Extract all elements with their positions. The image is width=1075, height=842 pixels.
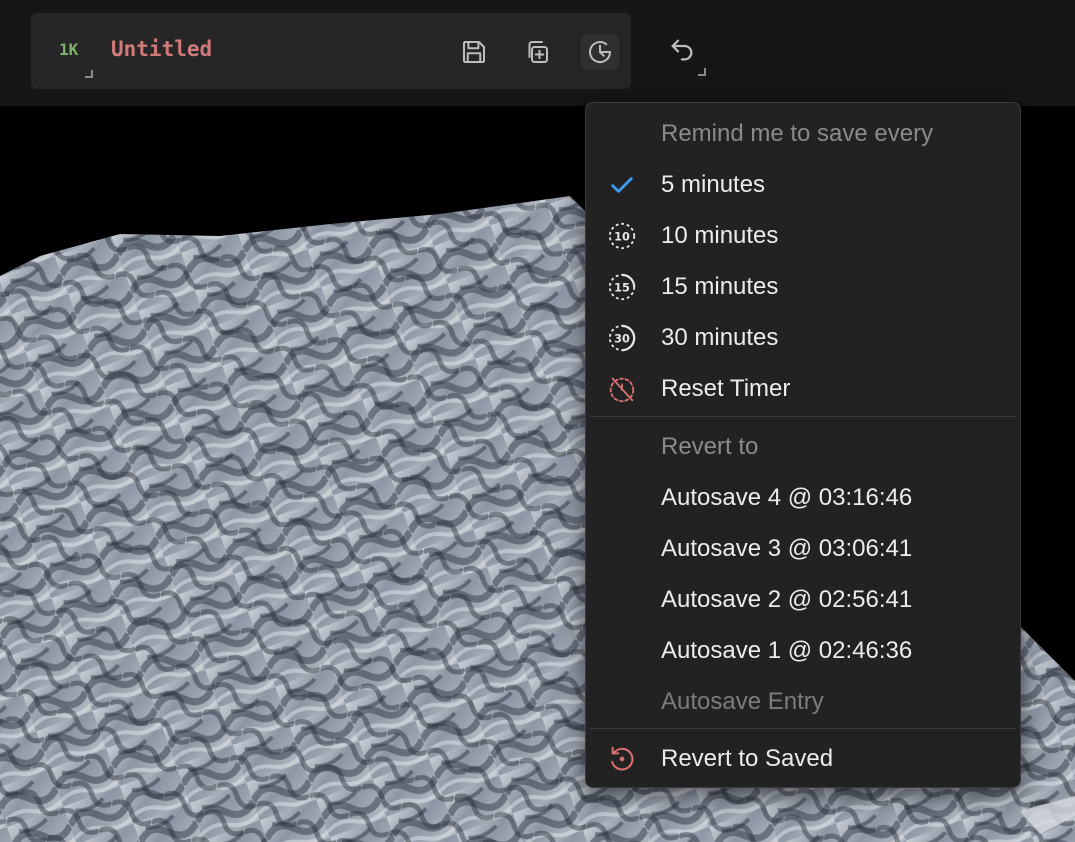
corner-indicator: [85, 70, 93, 78]
remind-header-label: Remind me to save every: [661, 120, 934, 147]
svg-text:15: 15: [614, 282, 630, 295]
autosave-item[interactable]: Autosave 1 @ 02:46:36: [586, 625, 1020, 676]
revert-header: Revert to: [586, 421, 1020, 472]
autosave-label: Autosave 3 @ 03:06:41: [661, 535, 913, 562]
undo-arrow-icon: [671, 39, 693, 61]
interval-30-minutes[interactable]: 30 30 minutes: [586, 312, 1020, 363]
revert-to-saved-label: Revert to Saved: [661, 745, 834, 772]
document-title[interactable]: Untitled: [111, 37, 212, 61]
timer-10-icon: 10: [606, 220, 638, 252]
revert-header-label: Revert to: [661, 433, 759, 460]
autosave-label: Autosave 1 @ 02:46:36: [661, 637, 913, 664]
resolution-badge[interactable]: 1K: [59, 40, 78, 59]
save-copy-button[interactable]: [518, 34, 556, 70]
autosave-label: Autosave 4 @ 03:16:46: [661, 484, 913, 511]
clock-history-icon: [589, 41, 612, 64]
duplicate-plus-icon: [528, 41, 548, 63]
autosave-entry-label: Autosave Entry: [661, 688, 824, 715]
timer-30-icon: 30: [606, 322, 638, 354]
autosave-entry-item: Autosave Entry: [586, 676, 1020, 727]
interval-10-minutes[interactable]: 10 10 minutes: [586, 210, 1020, 261]
autosave-item[interactable]: Autosave 2 @ 02:56:41: [586, 574, 1020, 625]
autosave-item[interactable]: Autosave 3 @ 03:06:41: [586, 523, 1020, 574]
timer-15-icon: 15: [606, 271, 638, 303]
interval-15-minutes[interactable]: 15 15 minutes: [586, 261, 1020, 312]
svg-text:10: 10: [614, 231, 630, 244]
interval-label: 30 minutes: [661, 324, 779, 351]
autosave-item[interactable]: Autosave 4 @ 03:16:46: [586, 472, 1020, 523]
document-group: 1K Untitled: [31, 13, 631, 89]
interval-5-minutes[interactable]: 5 minutes: [586, 159, 1020, 210]
revert-to-saved-item[interactable]: Revert to Saved: [586, 733, 1020, 784]
save-button[interactable]: [455, 34, 493, 70]
floppy-disk-icon: [463, 41, 485, 63]
corner-indicator: [698, 68, 706, 76]
check-icon: [606, 169, 638, 201]
interval-label: 10 minutes: [661, 222, 779, 249]
svg-text:30: 30: [614, 333, 630, 346]
autosave-label: Autosave 2 @ 02:56:41: [661, 586, 913, 613]
remind-header: Remind me to save every: [586, 108, 1020, 159]
reset-timer-label: Reset Timer: [661, 375, 791, 402]
menu-divider: [590, 728, 1016, 729]
autosave-menu: Remind me to save every 5 minutes 10 10 …: [585, 102, 1021, 788]
interval-label: 15 minutes: [661, 273, 779, 300]
reset-timer-item[interactable]: Reset Timer: [586, 363, 1020, 414]
undo-button[interactable]: [662, 32, 702, 68]
autosave-button[interactable]: [581, 34, 619, 70]
top-toolbar: 1K Untitled: [0, 0, 1075, 106]
interval-label: 5 minutes: [661, 171, 766, 198]
history-revert-icon: [606, 743, 638, 775]
menu-divider: [590, 416, 1016, 417]
timer-off-icon: [606, 373, 638, 405]
